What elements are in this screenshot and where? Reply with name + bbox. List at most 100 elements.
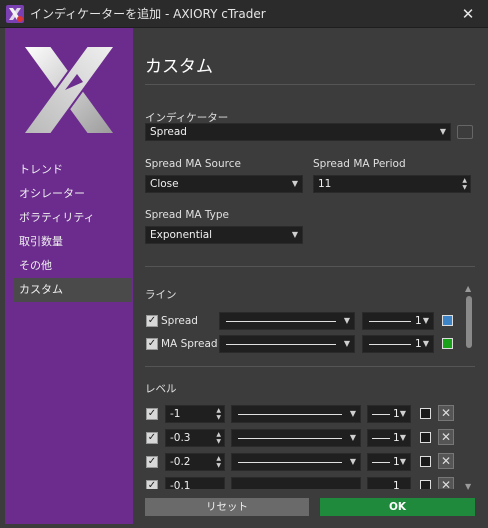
title-bar: インディケーターを追加 - AXIORY cTrader ✕ [0,0,488,28]
sidebar: トレンド オシレーター ボラティリティ 取引数量 その他 カスタム [5,28,133,524]
chevron-down-icon: ▼ [422,316,429,325]
dialog-body: トレンド オシレーター ボラティリティ 取引数量 その他 カスタム カスタム イ… [0,28,488,528]
divider [145,266,475,267]
indicator-value: Spread [150,126,187,138]
chevron-down-icon: ▼ [399,433,406,442]
level-color-swatch[interactable] [420,480,431,489]
chevron-down-icon: ▼ [399,409,406,418]
spin-arrows-icon[interactable]: ▲ ▼ [216,431,221,445]
line-style-sample [226,344,336,345]
divider [145,84,475,85]
level-thickness-select[interactable]: 1 ▼ [367,429,411,447]
level-checkbox[interactable]: ✓ [146,456,158,468]
spread-style-select[interactable]: ▼ [219,312,355,330]
spin-arrows-icon[interactable]: ▲ ▼ [216,407,221,421]
level-value: -0.2 [170,456,191,468]
chevron-down-icon: ▼ [422,339,429,348]
chevron-down-icon: ▼ [399,457,406,466]
content-panel: カスタム インディケーター Spread ▼ Spread MA Source … [135,28,478,524]
line-style-sample [238,414,342,415]
category-nav: トレンド オシレーター ボラティリティ 取引数量 その他 カスタム [13,158,131,302]
close-button[interactable]: ✕ [448,0,488,28]
line-thickness-sample [369,321,411,322]
nav-item-other[interactable]: その他 [13,254,131,278]
level-checkbox[interactable]: ✓ [146,480,158,489]
level-value: -0.3 [170,432,191,444]
level-style-select[interactable] [231,477,361,489]
app-icon [6,4,24,23]
scroll-up-icon[interactable]: ▲ [465,284,471,293]
level-thickness-select[interactable]: 1 [367,477,411,489]
level-thickness-select[interactable]: 1 ▼ [367,453,411,471]
level-value: -0.1 [170,480,191,489]
level-color-swatch[interactable] [420,456,431,467]
line-style-sample [226,321,336,322]
spread-checkbox[interactable]: ✓ [146,315,158,327]
camera-icon[interactable] [457,125,473,139]
line-thickness-sample [372,462,390,463]
type-select[interactable]: Exponential ▼ [145,226,303,244]
level-thickness-select[interactable]: 1 ▼ [367,405,411,423]
line-style-sample [238,438,342,439]
type-value: Exponential [150,229,213,241]
level-thickness-value: 1 [393,432,400,444]
nav-item-volatility[interactable]: ボラティリティ [13,206,131,230]
lines-scrollbar[interactable] [466,296,472,348]
level-style-select[interactable]: ▼ [231,453,361,471]
nav-item-trend[interactable]: トレンド [13,158,131,182]
level-checkbox[interactable]: ✓ [146,408,158,420]
level-color-swatch[interactable] [420,432,431,443]
level-color-swatch[interactable] [420,408,431,419]
divider [145,366,475,367]
spread-thickness-select[interactable]: 1 ▼ [362,312,434,330]
ma-spread-checkbox[interactable]: ✓ [146,338,158,350]
level-checkbox[interactable]: ✓ [146,432,158,444]
chevron-down-icon: ▼ [343,339,350,348]
type-label: Spread MA Type [145,209,230,221]
line-thickness-sample [372,438,390,439]
chevron-down-icon: ▼ [349,433,356,442]
period-value: 11 [318,178,332,190]
chevron-down-icon: ▼ [343,316,350,325]
period-stepper[interactable]: 11 ▲ ▼ [313,175,471,193]
level-value-stepper[interactable]: -1 ▲ ▼ [165,405,225,423]
reset-button[interactable]: リセット [145,498,309,516]
source-select[interactable]: Close ▼ [145,175,303,193]
remove-level-button[interactable]: ✕ [438,405,454,421]
axiory-logo [17,38,121,142]
nav-item-custom[interactable]: カスタム [13,278,131,302]
period-label: Spread MA Period [313,158,406,170]
level-style-select[interactable]: ▼ [231,429,361,447]
level-thickness-value: 1 [393,456,400,468]
spread-line-label: Spread [161,315,198,327]
nav-item-oscillator[interactable]: オシレーター [13,182,131,206]
source-value: Close [150,178,179,190]
spin-arrows-icon[interactable]: ▲ ▼ [216,455,221,469]
level-style-select[interactable]: ▼ [231,405,361,423]
level-value-stepper[interactable]: -0.2 ▲ ▼ [165,453,225,471]
ok-button[interactable]: OK [320,498,475,516]
level-thickness-value: 1 [393,480,400,489]
line-thickness-sample [372,414,390,415]
level-value: -1 [170,408,181,420]
spin-arrows-icon[interactable]: ▲ ▼ [462,177,467,191]
ma-spread-thickness-select[interactable]: 1 ▼ [362,335,434,353]
scroll-down-icon[interactable]: ▼ [465,482,471,491]
ma-spread-color-swatch[interactable] [442,338,453,349]
ma-spread-line-label: MA Spread [161,338,218,350]
remove-level-button[interactable]: ✕ [438,453,454,469]
level-value-stepper[interactable]: -0.1 [165,477,225,489]
ma-spread-style-select[interactable]: ▼ [219,335,355,353]
remove-level-button[interactable]: ✕ [438,477,454,489]
chevron-down-icon: ▼ [439,127,446,136]
spread-color-swatch[interactable] [442,315,453,326]
spread-thickness-value: 1 [415,315,422,327]
ma-spread-thickness-value: 1 [415,338,422,350]
chevron-down-icon: ▼ [349,409,356,418]
level-value-stepper[interactable]: -0.3 ▲ ▼ [165,429,225,447]
nav-item-volume[interactable]: 取引数量 [13,230,131,254]
remove-level-button[interactable]: ✕ [438,429,454,445]
page-title: カスタム [145,57,213,77]
indicator-select[interactable]: Spread ▼ [145,123,451,141]
level-row-partial: ✓ -0.1 1 ✕ [135,477,478,489]
